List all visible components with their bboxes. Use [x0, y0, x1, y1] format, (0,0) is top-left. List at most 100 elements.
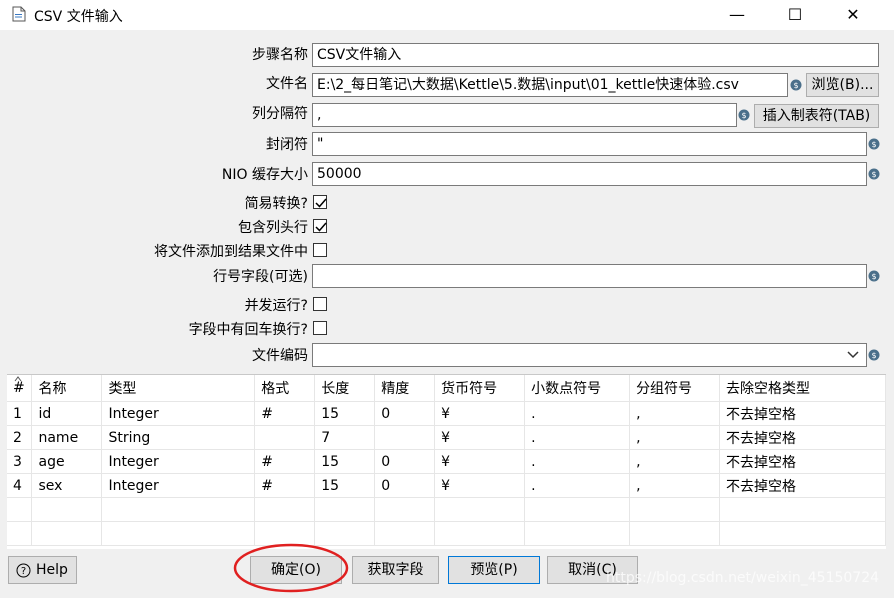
- table-cell[interactable]: Integer: [101, 401, 256, 426]
- newlines-checkbox[interactable]: [313, 321, 327, 335]
- table-cell[interactable]: 15: [314, 401, 376, 426]
- table-cell[interactable]: 不去掉空格: [719, 425, 886, 450]
- insert-tab-button[interactable]: 插入制表符(TAB): [754, 104, 879, 128]
- column-header[interactable]: 精度: [374, 375, 436, 402]
- table-row[interactable]: 3 age Integer # 15 0 ¥ . , 不去掉空格: [7, 449, 886, 474]
- filename-input[interactable]: E:\2_每日笔记\大数据\Kettle\5.数据\input\01_kettl…: [312, 73, 788, 97]
- variable-icon[interactable]: $: [868, 168, 880, 180]
- table-cell[interactable]: 0: [374, 449, 436, 474]
- minimize-button[interactable]: —: [714, 0, 760, 30]
- parallel-label: 并发运行?: [244, 298, 308, 314]
- close-button[interactable]: ✕: [830, 0, 876, 30]
- table-cell[interactable]: ¥: [434, 401, 526, 426]
- table-cell[interactable]: 7: [314, 425, 376, 450]
- table-cell[interactable]: id: [31, 401, 103, 426]
- parallel-checkbox[interactable]: [313, 297, 327, 311]
- nio-buffer-input[interactable]: 50000: [312, 162, 867, 186]
- table-cell[interactable]: ¥: [434, 449, 526, 474]
- column-header[interactable]: 名称: [31, 375, 103, 402]
- table-cell[interactable]: name: [31, 425, 103, 450]
- variable-icon[interactable]: $: [790, 79, 802, 91]
- help-icon: ?: [16, 563, 31, 578]
- add-to-result-checkbox[interactable]: [313, 243, 327, 257]
- chevron-down-icon[interactable]: [846, 349, 860, 361]
- column-header[interactable]: 去除空格类型: [719, 375, 886, 402]
- enclosure-input[interactable]: ": [312, 132, 867, 156]
- table-cell[interactable]: Integer: [101, 449, 256, 474]
- table-cell[interactable]: [374, 425, 436, 450]
- help-button[interactable]: ? Help: [8, 556, 77, 584]
- table-cell[interactable]: ,: [629, 401, 721, 426]
- column-header[interactable]: 格式: [254, 375, 316, 402]
- table-cell[interactable]: Integer: [101, 473, 256, 498]
- variable-icon[interactable]: $: [868, 270, 880, 282]
- get-fields-button[interactable]: 获取字段: [352, 556, 439, 584]
- table-cell[interactable]: 2: [7, 425, 33, 450]
- column-header[interactable]: 长度: [314, 375, 376, 402]
- table-cell[interactable]: sex: [31, 473, 103, 498]
- column-header[interactable]: 分组符号: [629, 375, 721, 402]
- table-row[interactable]: 1 id Integer # 15 0 ¥ . , 不去掉空格: [7, 401, 886, 426]
- table-cell[interactable]: 15: [314, 473, 376, 498]
- table-cell[interactable]: 不去掉空格: [719, 473, 886, 498]
- svg-text:$: $: [793, 81, 798, 90]
- table-cell[interactable]: 1: [7, 401, 33, 426]
- table-cell[interactable]: 不去掉空格: [719, 401, 886, 426]
- table-cell[interactable]: .: [524, 425, 631, 450]
- table-cell[interactable]: 4: [7, 473, 33, 498]
- table-cell[interactable]: #: [254, 401, 316, 426]
- table-cell[interactable]: 0: [374, 401, 436, 426]
- row-num-field-input[interactable]: [312, 264, 867, 288]
- newlines-label: 字段中有回车换行?: [188, 322, 308, 338]
- svg-text:$: $: [871, 170, 876, 179]
- table-cell[interactable]: .: [524, 449, 631, 474]
- ok-button[interactable]: 确定(O): [250, 556, 342, 584]
- table-cell[interactable]: String: [101, 425, 256, 450]
- sort-up-icon: [14, 376, 22, 382]
- table-cell[interactable]: .: [524, 401, 631, 426]
- table-cell[interactable]: age: [31, 449, 103, 474]
- table-cell[interactable]: [254, 425, 316, 450]
- preview-button[interactable]: 预览(P): [448, 556, 540, 584]
- table-row[interactable]: 2 name String 7 ¥ . , 不去掉空格: [7, 425, 886, 450]
- browse-button[interactable]: 浏览(B)...: [806, 73, 879, 97]
- step-name-label: 步骤名称: [252, 47, 308, 63]
- empty-row[interactable]: [7, 497, 886, 522]
- table-cell[interactable]: .: [524, 473, 631, 498]
- table-cell[interactable]: 0: [374, 473, 436, 498]
- table-cell[interactable]: ,: [629, 473, 721, 498]
- table-cell[interactable]: #: [254, 473, 316, 498]
- watermark: https://blog.csdn.net/weixin_45150724: [606, 570, 880, 586]
- table-cell[interactable]: 不去掉空格: [719, 449, 886, 474]
- window-title: CSV 文件输入: [34, 9, 123, 25]
- table-row[interactable]: 4 sex Integer # 15 0 ¥ . , 不去掉空格: [7, 473, 886, 498]
- header-row-checkbox[interactable]: [313, 219, 327, 233]
- column-header[interactable]: 类型: [101, 375, 256, 402]
- table-cell[interactable]: 3: [7, 449, 33, 474]
- step-name-input[interactable]: CSV文件输入: [312, 43, 879, 67]
- table-cell[interactable]: ,: [629, 449, 721, 474]
- empty-row[interactable]: [7, 521, 886, 546]
- delimiter-label: 列分隔符: [252, 106, 308, 122]
- lazy-conversion-checkbox[interactable]: [313, 195, 327, 209]
- table-cell[interactable]: #: [254, 449, 316, 474]
- checkmark-icon: [315, 198, 327, 208]
- variable-icon[interactable]: $: [868, 138, 880, 150]
- table-cell[interactable]: ¥: [434, 473, 526, 498]
- fields-table[interactable]: # 名称 类型 格式 长度 精度 货币符号 小数点符号 分组符号 去除空格类型 …: [7, 374, 886, 549]
- column-header[interactable]: 小数点符号: [524, 375, 631, 402]
- delimiter-input[interactable]: ,: [312, 103, 737, 127]
- fields-grid: # 名称 类型 格式 长度 精度 货币符号 小数点符号 分组符号 去除空格类型 …: [7, 375, 886, 546]
- add-to-result-label: 将文件添加到结果文件中: [154, 244, 308, 260]
- table-cell[interactable]: 15: [314, 449, 376, 474]
- enclosure-label: 封闭符: [266, 137, 308, 153]
- column-header[interactable]: 货币符号: [434, 375, 526, 402]
- table-cell[interactable]: ,: [629, 425, 721, 450]
- svg-text:$: $: [871, 140, 876, 149]
- variable-icon[interactable]: $: [738, 109, 750, 121]
- table-cell[interactable]: ¥: [434, 425, 526, 450]
- maximize-button[interactable]: ☐: [772, 0, 818, 30]
- variable-icon[interactable]: $: [868, 349, 880, 361]
- encoding-select[interactable]: [312, 343, 867, 367]
- filename-label: 文件名: [266, 76, 308, 92]
